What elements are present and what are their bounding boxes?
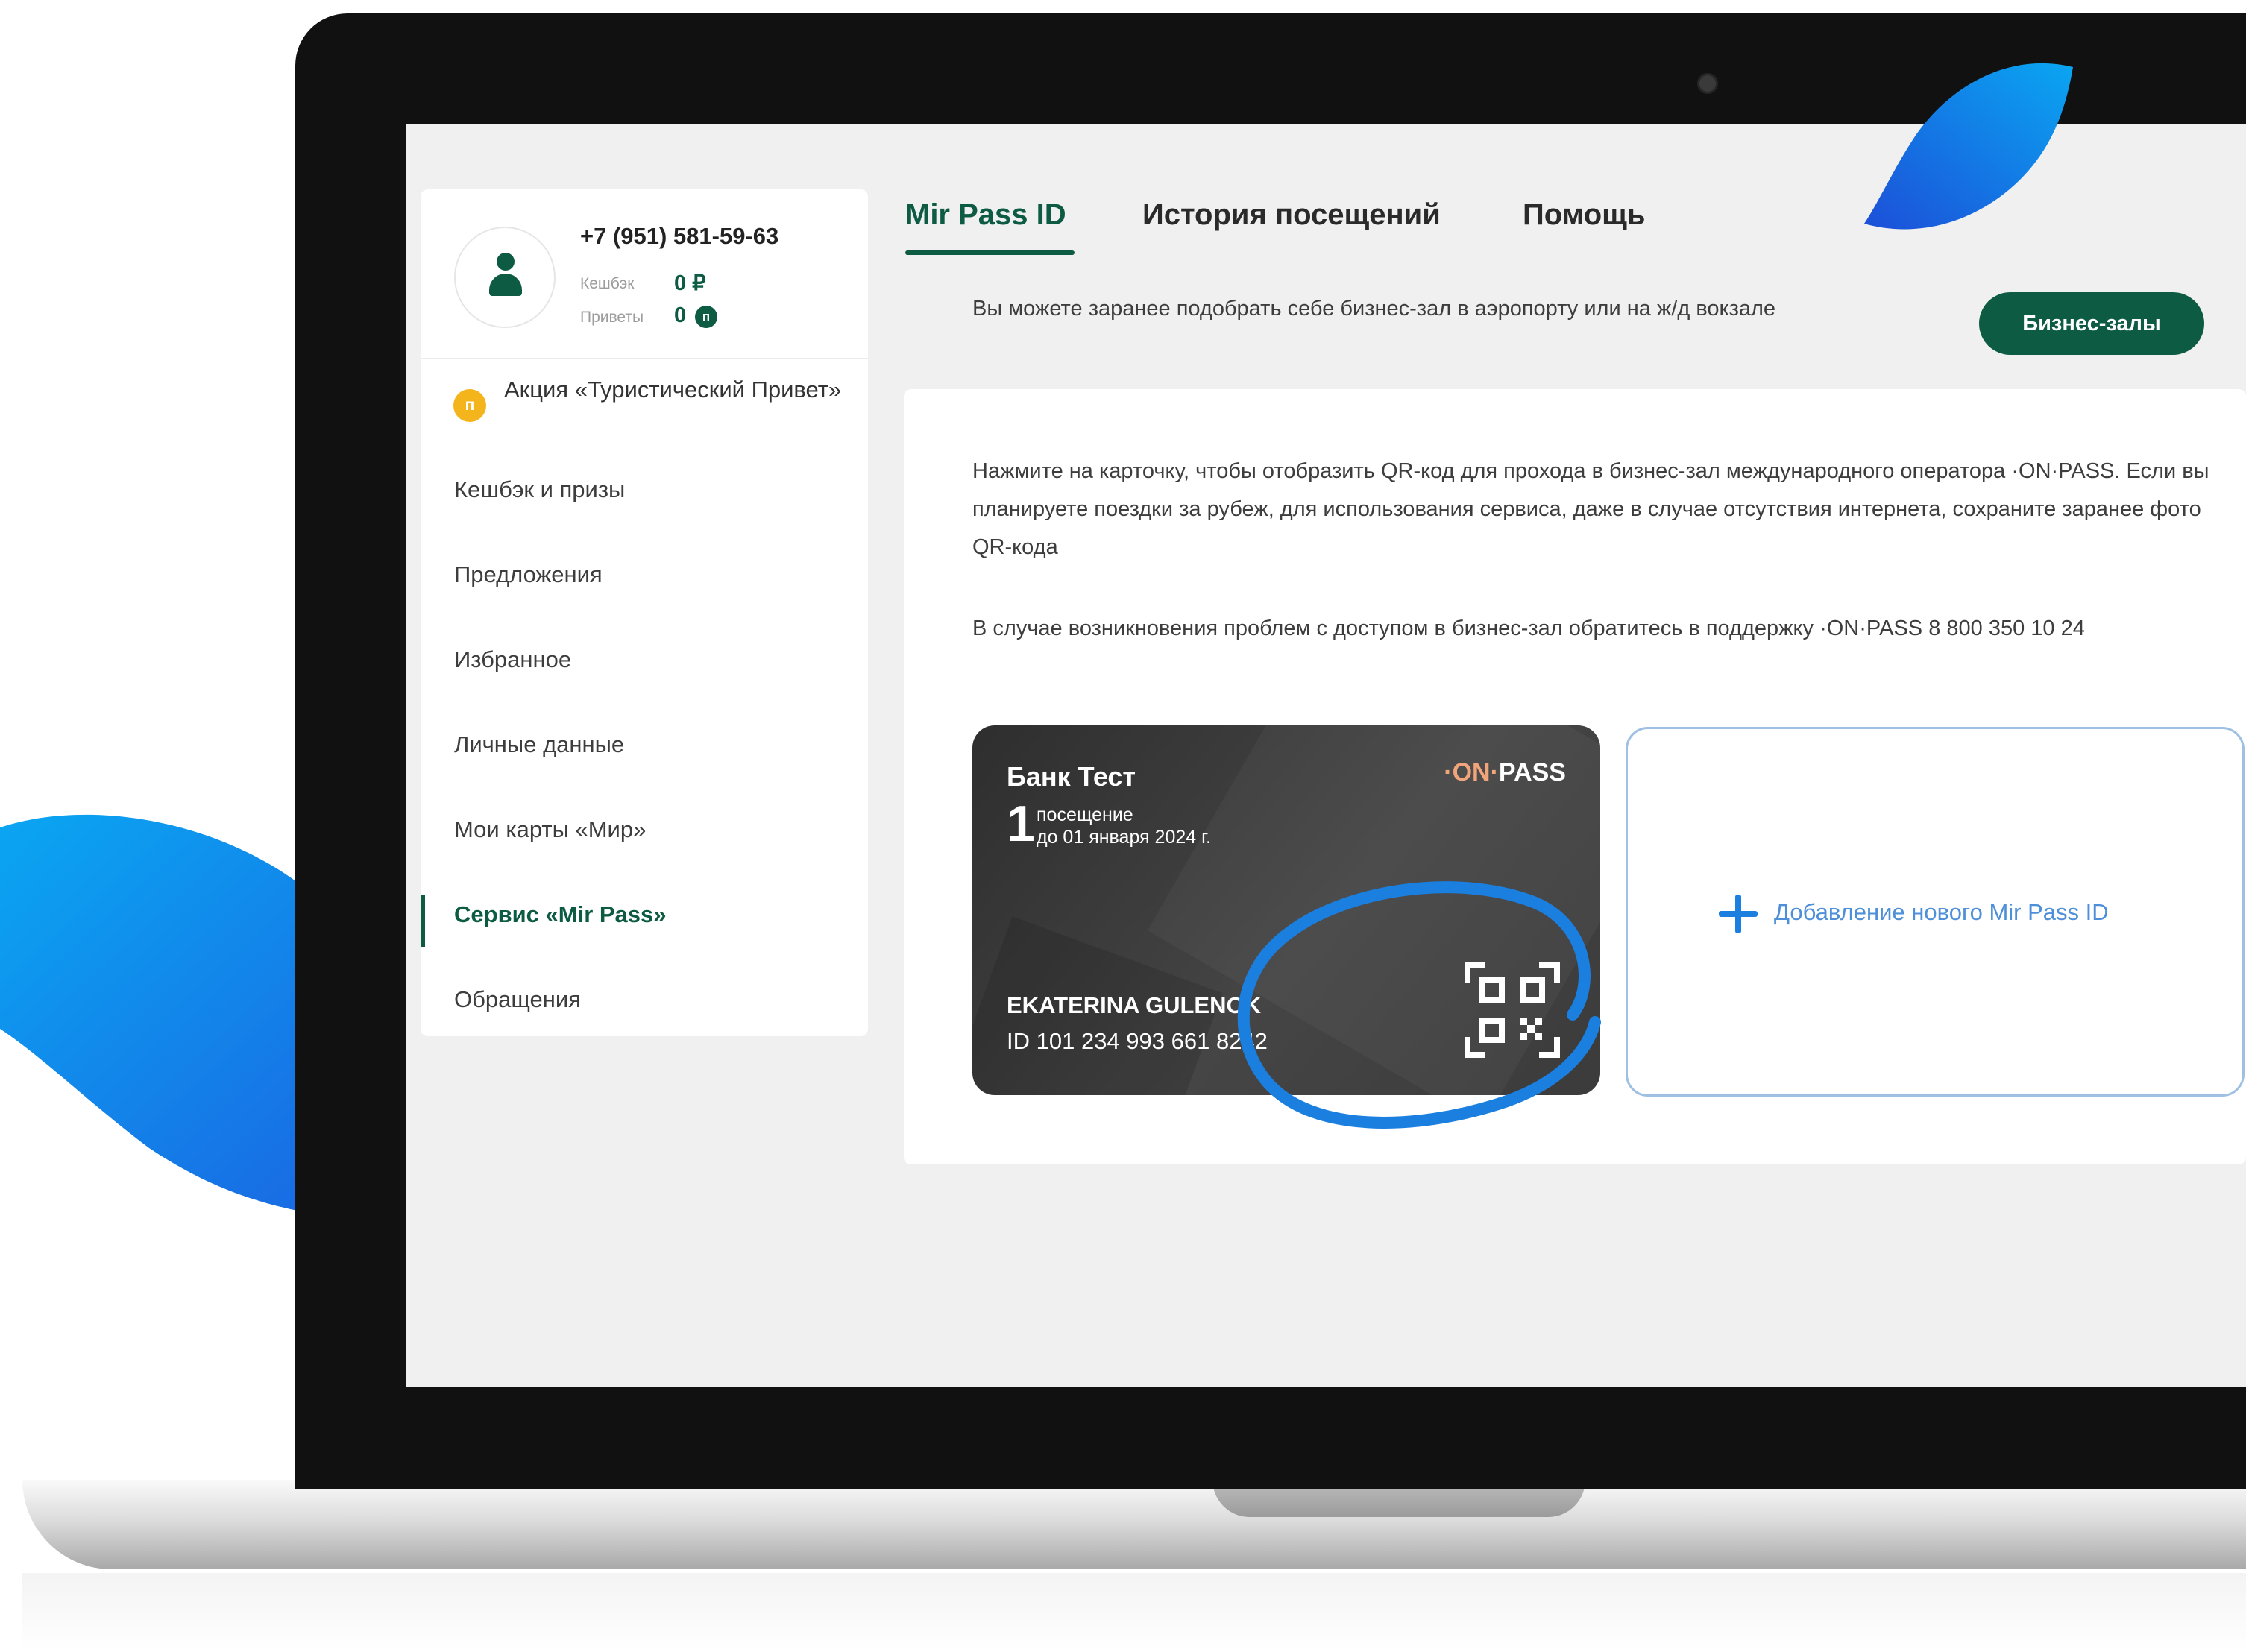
card-bank-name: Банк Тест — [1007, 761, 1136, 792]
active-indicator — [421, 895, 425, 947]
support-info-text: В случае возникновения проблем с доступо… — [972, 617, 2085, 640]
sidebar-item-personal-data[interactable]: Личные данные — [421, 702, 868, 787]
lounge-info-text: Вы можете заранее подобрать себе бизнес-… — [972, 297, 1776, 321]
card-visits-count: 1 — [1007, 795, 1035, 852]
sidebar-item-label: Предложения — [454, 561, 603, 587]
onpass-logo-pass: PASS — [1498, 758, 1566, 786]
tab-label: Mir Pass ID — [905, 198, 1066, 231]
user-icon-body — [489, 274, 522, 296]
tab-mir-pass-id[interactable]: Mir Pass ID — [905, 198, 1075, 255]
business-lounges-button[interactable]: Бизнес-залы — [1979, 292, 2204, 355]
card-valid-until: до 01 января 2024 г. — [1037, 827, 1212, 848]
tab-label: История посещений — [1142, 198, 1441, 231]
app-screen: +7 (951) 581-59-63 Кешбэк 0 ₽ Приветы 0 … — [406, 124, 2246, 1387]
avatar[interactable] — [454, 227, 556, 328]
promo-badge-icon: п — [453, 389, 486, 422]
onpass-logo-on: ·ON· — [1444, 758, 1499, 786]
cashback-value: 0 ₽ — [674, 271, 706, 295]
camera-icon — [1697, 73, 1718, 94]
card-visits-label: посещение — [1037, 804, 1133, 825]
sidebar-item-label: Избранное — [454, 646, 572, 672]
promo-label: Акция «Туристический Привет» — [504, 376, 842, 403]
sidebar-item-requests[interactable]: Обращения — [421, 957, 868, 1042]
sidebar-item-cashback[interactable]: Кешбэк и призы — [421, 447, 868, 532]
tab-help[interactable]: Помощь — [1523, 198, 1646, 232]
plus-icon — [1719, 895, 1758, 933]
sidebar-item-mir-pass[interactable]: Сервис «Mir Pass» — [421, 872, 868, 957]
sidebar-item-favorites[interactable]: Избранное — [421, 617, 868, 702]
tab-visit-history[interactable]: История посещений — [1142, 198, 1441, 232]
user-icon — [497, 253, 515, 271]
greetings-value: 0 — [674, 303, 687, 327]
decorative-leaf-right — [1864, 63, 2073, 230]
greetings-label: Приветы — [580, 309, 644, 326]
highlight-circle — [1237, 881, 1601, 1129]
sidebar-item-offers[interactable]: Предложения — [421, 532, 868, 617]
phone-number: +7 (951) 581-59-63 — [580, 223, 779, 249]
laptop-reflection — [22, 1573, 2246, 1652]
tab-label: Помощь — [1523, 198, 1646, 231]
laptop-base — [22, 1480, 2246, 1569]
qr-instructions-text: Нажмите на карточку, чтобы отобразить QR… — [972, 459, 2209, 559]
sidebar-item-label: Мои карты «Мир» — [454, 816, 647, 842]
sidebar-item-label: Сервис «Mir Pass» — [454, 901, 667, 927]
add-mir-pass-label: Добавление нового Mir Pass ID — [1774, 899, 2109, 925]
cashback-label: Кешбэк — [580, 275, 635, 292]
greetings-coin-icon: п — [695, 306, 717, 328]
sidebar: +7 (951) 581-59-63 Кешбэк 0 ₽ Приветы 0 … — [421, 189, 868, 1036]
sidebar-item-promo[interactable]: п Акция «Туристический Привет» — [421, 359, 868, 447]
profile-block: +7 (951) 581-59-63 Кешбэк 0 ₽ Приветы 0 … — [421, 189, 868, 359]
onpass-logo: ·ON·PASS — [1444, 758, 1566, 787]
sidebar-item-label: Личные данные — [454, 731, 625, 757]
tab-active-underline — [905, 250, 1075, 255]
sidebar-item-label: Обращения — [454, 986, 581, 1012]
add-mir-pass-card[interactable]: Добавление нового Mir Pass ID — [1626, 727, 2245, 1097]
sidebar-item-label: Кешбэк и призы — [454, 476, 626, 502]
sidebar-item-my-cards[interactable]: Мои карты «Мир» — [421, 787, 868, 872]
